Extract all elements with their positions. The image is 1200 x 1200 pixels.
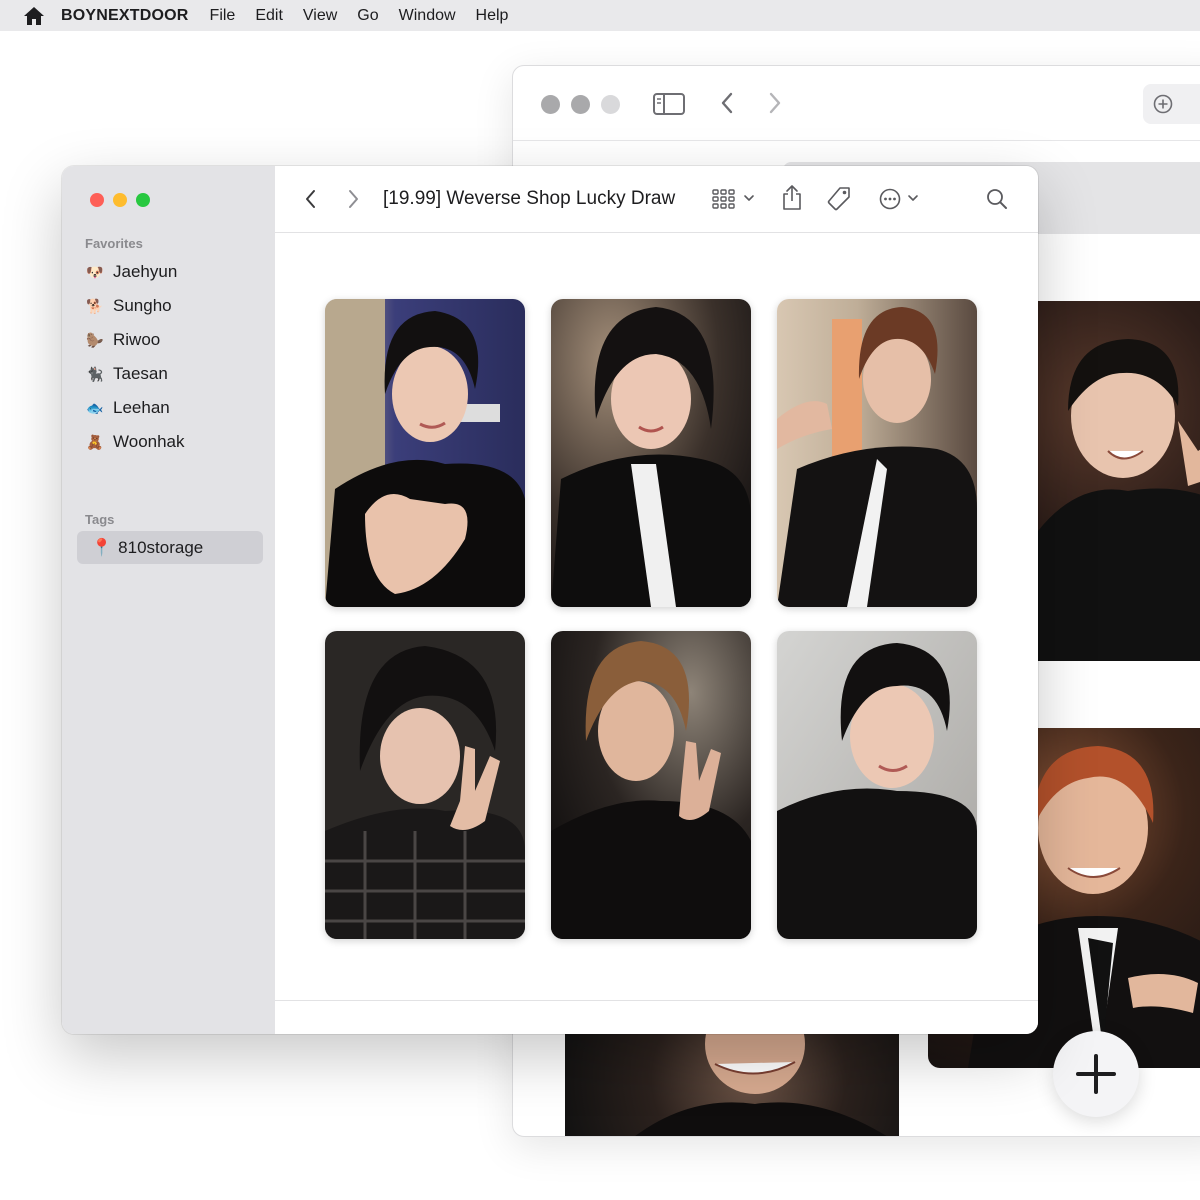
app-name[interactable]: BOYNEXTDOOR (61, 7, 189, 25)
back-chevron-icon[interactable] (303, 188, 319, 210)
dog-icon: 🐕 (86, 297, 104, 314)
finder-window: Favorites 🐶 Jaehyun 🐕 Sungho 🦫 Riwoo 🐈‍⬛… (62, 166, 1038, 1034)
forward-chevron-icon[interactable] (767, 91, 783, 115)
plus-circle-icon (1153, 94, 1173, 114)
photocard-6[interactable] (777, 631, 977, 939)
menu-go[interactable]: Go (357, 7, 378, 25)
forward-chevron-icon[interactable] (345, 188, 361, 210)
tag-icon[interactable] (826, 186, 852, 212)
teddy-bear-icon: 🧸 (86, 433, 104, 450)
add-button[interactable] (1053, 1031, 1139, 1117)
minimize-button[interactable] (113, 193, 127, 207)
background-window-titlebar (513, 66, 1200, 141)
inactive-zoom-button[interactable] (601, 95, 620, 114)
sidebar-item-riwoo[interactable]: 🦫 Riwoo (86, 327, 160, 353)
close-button[interactable] (90, 193, 104, 207)
plus-icon (1076, 1054, 1116, 1094)
background-photo (565, 1034, 899, 1136)
new-tab-button[interactable] (1143, 84, 1200, 124)
sidebar-item-label: Riwoo (113, 330, 161, 349)
more-icon[interactable] (878, 187, 924, 211)
sidebar-item-jaehyun[interactable]: 🐶 Jaehyun (86, 259, 177, 285)
back-chevron-icon[interactable] (719, 91, 735, 115)
fish-icon: 🐟 (86, 399, 104, 416)
menu-window[interactable]: Window (399, 7, 456, 25)
sidebar-item-sungho[interactable]: 🐕 Sungho (86, 293, 172, 319)
file-grid (275, 234, 1038, 1000)
search-icon[interactable] (985, 187, 1009, 211)
photocard-3[interactable] (777, 299, 977, 607)
grid-view-icon[interactable] (711, 187, 757, 211)
home-icon[interactable] (23, 6, 45, 26)
inactive-close-button[interactable] (541, 95, 560, 114)
sidebar-item-leehan[interactable]: 🐟 Leehan (86, 395, 170, 421)
tags-label: Tags (85, 512, 115, 527)
sidebar-item-label: Sungho (113, 296, 172, 315)
share-icon[interactable] (780, 184, 804, 212)
menu-file[interactable]: File (210, 7, 236, 25)
photocard-2[interactable] (551, 299, 751, 607)
menu-edit[interactable]: Edit (255, 7, 283, 25)
sidebar-item-label: Leehan (113, 398, 170, 417)
sidebar-tag-label: 810storage (118, 537, 204, 557)
beaver-icon: 🦫 (86, 331, 104, 348)
sidebar: Favorites 🐶 Jaehyun 🐕 Sungho 🦫 Riwoo 🐈‍⬛… (62, 166, 275, 1034)
sidebar-item-woonhak[interactable]: 🧸 Woonhak (86, 429, 185, 455)
photocard-4[interactable] (325, 631, 525, 939)
favorites-label: Favorites (85, 236, 143, 251)
menu-bar: BOYNEXTDOOR File Edit View Go Window Hel… (0, 0, 1200, 31)
sidebar-item-label: Jaehyun (113, 262, 178, 281)
zoom-button[interactable] (136, 193, 150, 207)
sidebar-item-taesan[interactable]: 🐈‍⬛ Taesan (86, 361, 168, 387)
folder-title: [19.99] Weverse Shop Lucky Draw (383, 188, 676, 209)
finder-toolbar: [19.99] Weverse Shop Lucky Draw (275, 166, 1038, 233)
sidebar-item-label: Taesan (113, 364, 168, 383)
inactive-minimize-button[interactable] (571, 95, 590, 114)
menu-help[interactable]: Help (476, 7, 509, 25)
dog-icon: 🐶 (86, 263, 104, 280)
sidebar-toggle-icon[interactable] (653, 93, 685, 115)
photocard-5[interactable] (551, 631, 751, 939)
background-photo (1038, 301, 1200, 661)
photocard-1[interactable] (325, 299, 525, 607)
black-cat-icon: 🐈‍⬛ (86, 365, 104, 382)
sidebar-item-label: Woonhak (113, 432, 185, 451)
status-bar (275, 1000, 1038, 1034)
menu-view[interactable]: View (303, 7, 337, 25)
sidebar-tag-810storage[interactable]: 📍 810storage (77, 531, 263, 564)
pin-icon: 📍 (91, 537, 113, 557)
